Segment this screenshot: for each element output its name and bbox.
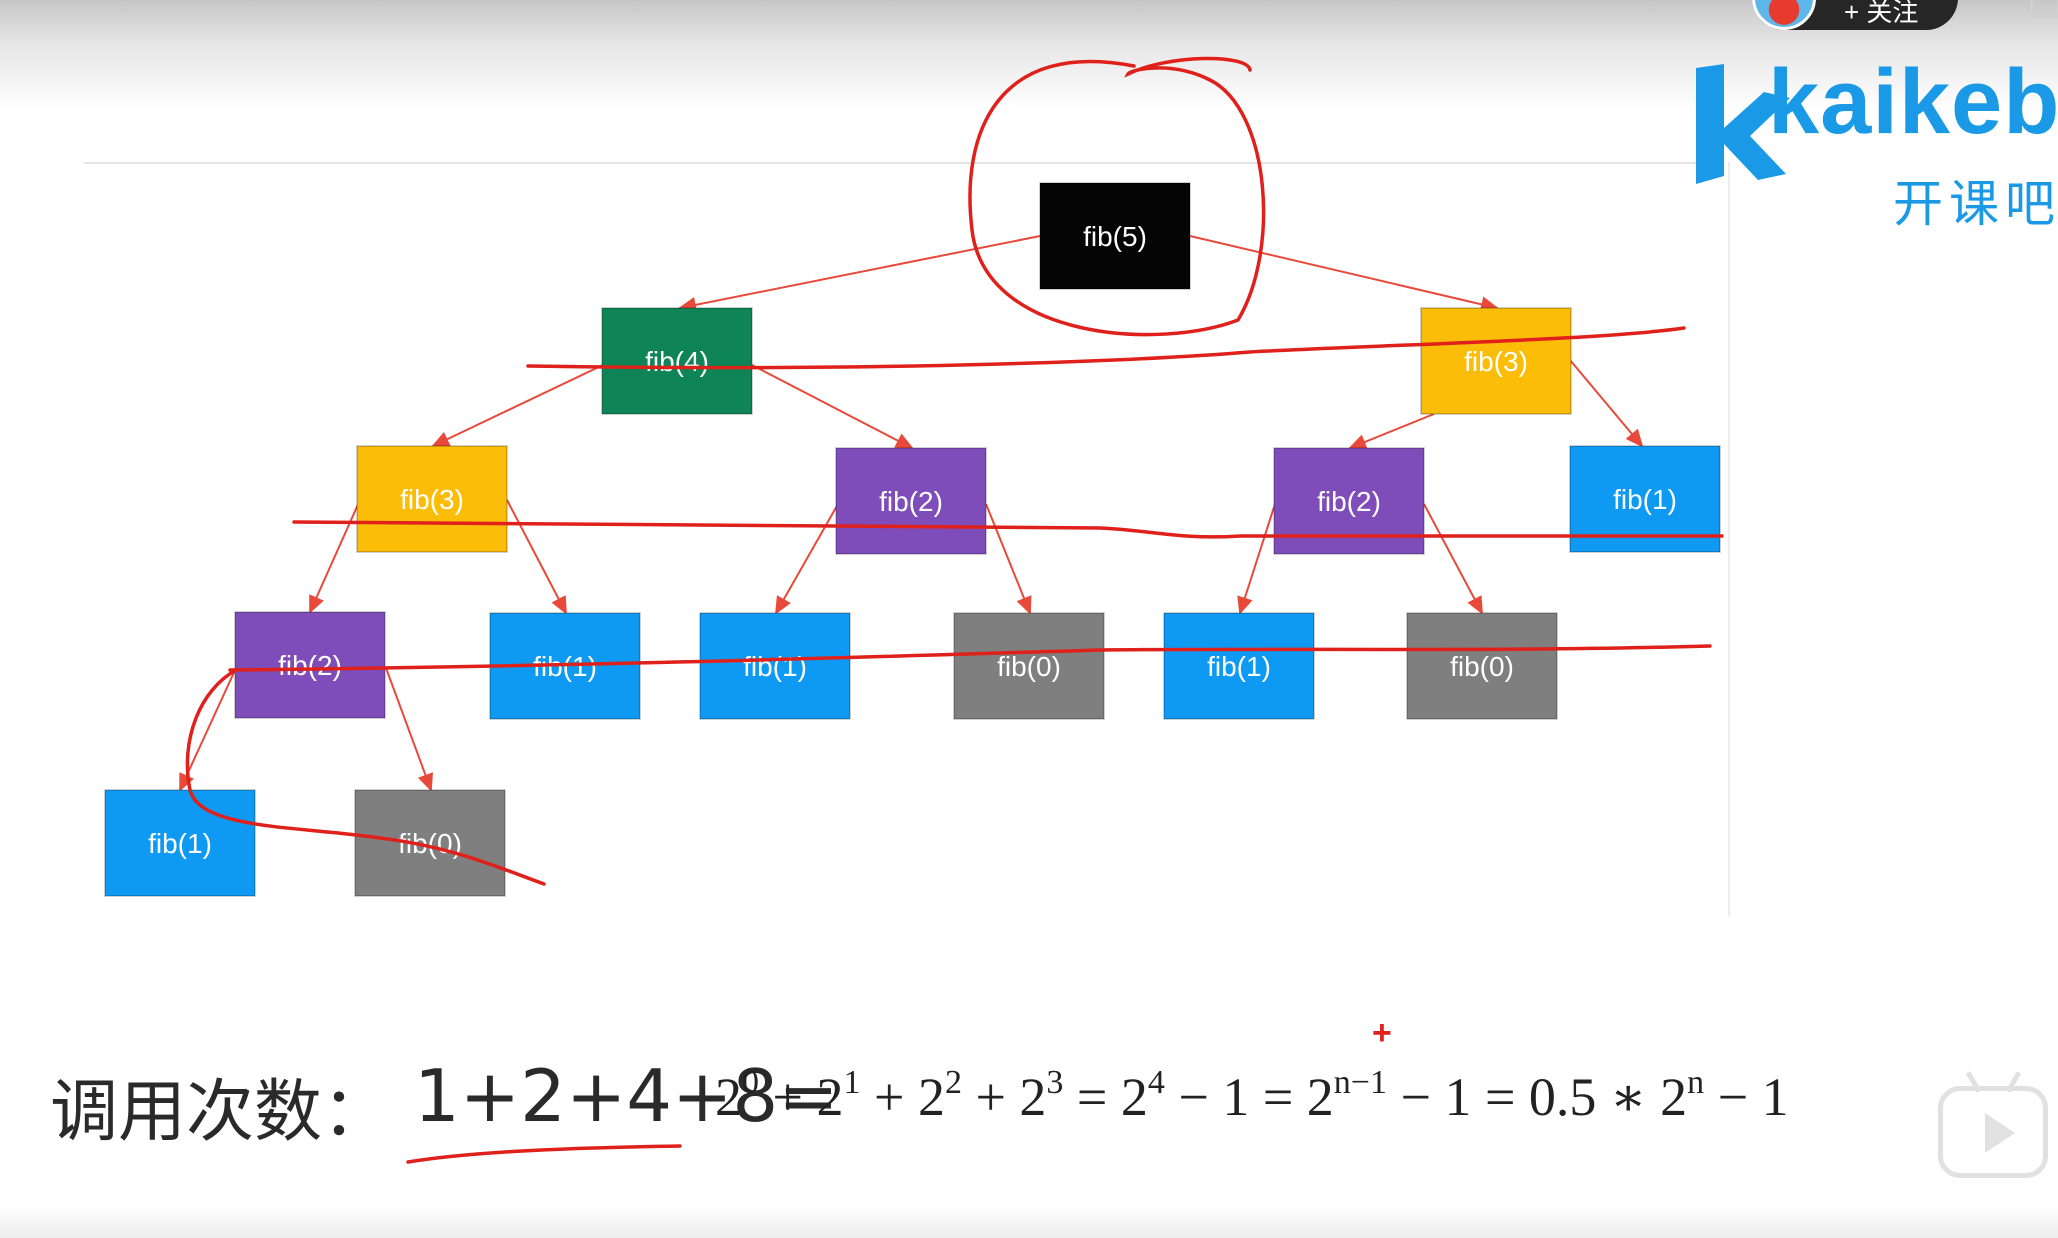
node-n0a: fib(0) [953, 612, 1105, 720]
formula-math: 20 + 21 + 22 + 23 = 24 − 1 = 2n−1 − 1 = … [715, 1064, 1789, 1128]
edge-n2c-n0c [385, 667, 433, 792]
math-operator: + [759, 1067, 817, 1127]
node-label: fib(4) [645, 346, 709, 377]
math-operator: + [860, 1067, 918, 1127]
node-label: fib(0) [1450, 651, 1514, 682]
math-base: 2 [715, 1067, 742, 1127]
tree-nodes: fib(5) fib(4) fib(3) fib(3) fib(2) fib(2) fib(… [104, 182, 1721, 897]
math-base: 2 [816, 1067, 844, 1127]
formula-label: 调用次数： [50, 1073, 391, 1152]
node-label: fib(3) [400, 484, 464, 515]
node-n4: fib(4) [601, 307, 753, 415]
edge-n3l-n1b [506, 499, 567, 615]
node-n3r: fib(3) [1420, 307, 1572, 415]
plus-marker: + [1372, 1014, 1392, 1052]
video-frame: + 关注 kaikeba 开课吧 fib(5)fib(4)fib(3)fib(3… [0, 0, 2058, 1238]
math-exponent: 1 [843, 1064, 861, 1101]
edge-n3r-n1a [1569, 359, 1644, 448]
math-operator: − 1 = [1164, 1067, 1307, 1127]
edge-n3r-n2b [1348, 413, 1435, 450]
math-exponent: n [1687, 1064, 1705, 1101]
node-label: fib(0) [997, 651, 1061, 682]
math-base: 2 [1120, 1067, 1148, 1127]
math-base: 2 [1019, 1067, 1047, 1127]
edge-n4-n2a [749, 363, 914, 449]
edge-n4-n3l [431, 363, 606, 447]
node-label: fib(2) [278, 650, 342, 681]
math-operator: + [961, 1067, 1020, 1127]
play-icon[interactable] [1938, 1086, 2048, 1178]
edge-n2a-n0a [985, 503, 1032, 615]
node-n2b: fib(2) [1273, 447, 1425, 555]
node-label: fib(1) [148, 828, 212, 859]
edge-n2b-n1d [1237, 503, 1276, 615]
math-base: 2 [917, 1067, 945, 1127]
node-label: fib(5) [1083, 221, 1147, 252]
red-pen-annotations [185, 56, 1724, 1164]
math-operator: = [1063, 1067, 1121, 1127]
node-label: fib(3) [1464, 346, 1528, 377]
play-triangle-icon [1985, 1113, 2015, 1153]
node-n1c: fib(1) [699, 612, 851, 720]
edge-n5-n3r [1189, 235, 1499, 313]
math-base: 2 [1660, 1067, 1688, 1127]
level-2-line [292, 520, 1724, 539]
node-n0c: fib(0) [354, 789, 506, 897]
math-operator: − 1 = 0.5 ∗ [1386, 1067, 1661, 1127]
node-label: fib(1) [743, 651, 807, 682]
node-n3l: fib(3) [356, 445, 508, 553]
node-label: fib(1) [1613, 484, 1677, 515]
node-n2c: fib(2) [234, 611, 386, 719]
math-exponent: 0 [742, 1064, 759, 1101]
math-exponent: 4 [1147, 1064, 1165, 1101]
node-n0b: fib(0) [1406, 612, 1558, 720]
edge-n3l-n2c [309, 499, 361, 614]
node-label: fib(2) [1317, 486, 1381, 517]
math-exponent: n−1 [1333, 1064, 1387, 1101]
node-label: fib(2) [879, 486, 943, 517]
node-n1e: fib(1) [104, 789, 256, 897]
bottom-gradient [0, 1206, 2058, 1238]
sum-underline [406, 1144, 682, 1164]
math-exponent: 2 [944, 1064, 962, 1101]
node-label: fib(1) [1207, 651, 1271, 682]
edge-n2b-n0b [1423, 503, 1483, 615]
math-base: 2 [1306, 1067, 1334, 1127]
node-n2a: fib(2) [835, 447, 987, 555]
fib-recursion-tree: fib(5) fib(4) fib(3) fib(3) fib(2) fib(2) fib(… [104, 56, 1724, 1164]
edge-n2a-n1c [775, 503, 839, 615]
math-operator: − 1 [1704, 1067, 1789, 1127]
node-n5: fib(5) [1039, 182, 1191, 290]
node-n1d: fib(1) [1163, 612, 1315, 720]
math-exponent: 3 [1046, 1064, 1064, 1101]
